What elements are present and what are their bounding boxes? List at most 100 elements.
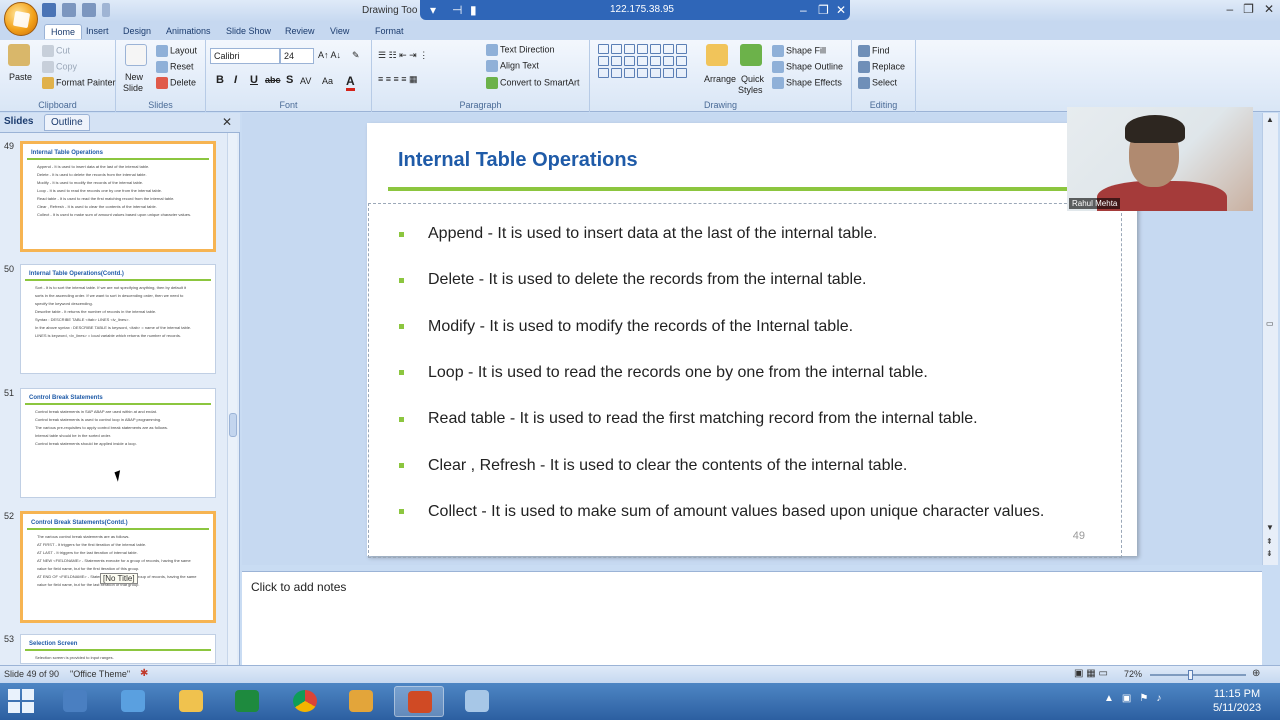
paste-icon[interactable] — [8, 44, 30, 66]
tab-format[interactable]: Format — [369, 24, 410, 38]
undo-icon[interactable] — [62, 3, 76, 17]
taskbar-file-explorer[interactable] — [166, 686, 216, 717]
shape-icon[interactable] — [611, 68, 622, 78]
align-icons[interactable]: ≡ ≡ ≡ ≡ ▦ — [378, 74, 418, 85]
scroll-thumb[interactable] — [229, 413, 237, 437]
format-painter-button[interactable]: Format Painter — [42, 77, 116, 89]
close-icon[interactable]: ✕ — [1264, 2, 1274, 16]
bullet-text[interactable]: Loop - It is used to read the records on… — [428, 364, 928, 382]
volume-icon[interactable]: ♪ — [1156, 693, 1161, 704]
shape-icon[interactable] — [650, 56, 661, 66]
shape-icon[interactable] — [611, 56, 622, 66]
char-spacing-icon[interactable]: AV — [300, 76, 311, 86]
shadow-button[interactable]: S — [286, 74, 293, 86]
change-case-icon[interactable]: Aa — [322, 76, 333, 86]
font-color-icon[interactable]: A — [346, 74, 355, 91]
shape-icon[interactable] — [624, 44, 635, 54]
underline-button[interactable]: U — [250, 74, 258, 86]
office-button[interactable] — [4, 2, 38, 36]
action-center-icon[interactable]: ⚑ — [1139, 693, 1148, 704]
shape-icon[interactable] — [676, 44, 687, 54]
minimize-icon[interactable]: – — [800, 3, 807, 17]
zoom-slider-knob[interactable] — [1188, 670, 1193, 680]
system-clock[interactable]: 11:15 PM 5/11/2023 — [1200, 687, 1274, 715]
italic-button[interactable]: I — [234, 74, 237, 86]
shape-icon[interactable] — [663, 68, 674, 78]
previous-slide-icon[interactable]: ⇞ — [1266, 537, 1273, 546]
save-icon[interactable] — [42, 3, 56, 17]
close-icon[interactable]: ✕ — [836, 3, 846, 17]
bullet-text[interactable]: Append - It is used to insert data at th… — [428, 225, 877, 243]
shape-icon[interactable] — [676, 56, 687, 66]
font-size-select[interactable]: 24 — [280, 48, 314, 64]
taskbar-explorer[interactable] — [50, 686, 100, 717]
reset-button[interactable]: Reset — [156, 61, 194, 73]
bullet-item[interactable]: Modify - It is used to modify the record… — [399, 316, 853, 338]
bullets-icon[interactable]: ☰ ☷ ⇤ ⇥ ⋮ — [378, 50, 428, 61]
taskbar-vpn[interactable] — [336, 686, 386, 717]
font-family-select[interactable]: Calibri — [210, 48, 280, 64]
bullet-item[interactable]: Collect - It is used to make sum of amou… — [399, 501, 1044, 523]
zoom-level[interactable]: 72% — [1124, 669, 1142, 679]
slide-scrollbar[interactable]: ▲ ▭ ▼ ⇞ ⇟ — [1262, 113, 1278, 565]
grow-font-icon[interactable]: A↑ A↓ — [318, 50, 341, 60]
slide-thumbnail[interactable]: Internal Table Operations Append - It is … — [20, 141, 216, 252]
align-text-button[interactable]: Align Text — [486, 60, 539, 72]
slide-thumbnail[interactable]: Internal Table Operations(Contd.) Sort - … — [20, 264, 216, 374]
taskbar-excel[interactable] — [222, 686, 272, 717]
text-direction-button[interactable]: Text Direction — [486, 44, 555, 56]
bullet-item[interactable]: Clear , Refresh - It is used to clear th… — [399, 455, 907, 477]
shape-icon[interactable] — [676, 68, 687, 78]
tab-slide-show[interactable]: Slide Show — [220, 24, 277, 38]
find-button[interactable]: Find — [858, 45, 890, 57]
restore-icon[interactable]: ❐ — [818, 3, 829, 17]
bullet-text[interactable]: Clear , Refresh - It is used to clear th… — [428, 457, 907, 475]
taskbar-remote-desktop[interactable] — [108, 686, 158, 717]
scroll-up-icon[interactable]: ▲ — [1266, 115, 1274, 124]
next-slide-icon[interactable]: ⇟ — [1266, 549, 1273, 558]
quick-styles-button[interactable]: Quick — [741, 74, 764, 84]
quick-styles-icon[interactable] — [740, 44, 762, 66]
shape-icon[interactable] — [650, 68, 661, 78]
strikethrough-button[interactable]: abc — [265, 75, 281, 85]
customize-icon[interactable] — [102, 3, 110, 17]
shape-icon[interactable] — [598, 56, 609, 66]
tab-design[interactable]: Design — [117, 24, 157, 38]
slide-thumbnail[interactable]: Selection Screen Selection screen is prov… — [20, 634, 216, 664]
close-panel-icon[interactable]: ✕ — [222, 115, 232, 129]
bullet-text[interactable]: Modify - It is used to modify the record… — [428, 318, 853, 336]
shape-icon[interactable] — [598, 44, 609, 54]
bullet-item[interactable]: Delete - It is used to delete the record… — [399, 269, 866, 291]
start-button[interactable] — [8, 689, 36, 715]
tab-view[interactable]: View — [324, 24, 355, 38]
shape-icon[interactable] — [663, 56, 674, 66]
shape-icon[interactable] — [663, 44, 674, 54]
bullet-text[interactable]: Delete - It is used to delete the record… — [428, 271, 866, 289]
shape-icon[interactable] — [637, 44, 648, 54]
shape-outline-button[interactable]: Shape Outline — [772, 61, 843, 73]
tab-home[interactable]: Home — [44, 24, 83, 39]
paste-button[interactable]: Paste — [9, 72, 32, 82]
shape-icon[interactable] — [624, 56, 635, 66]
current-slide[interactable]: Internal Table Operations 49 Append - It… — [367, 123, 1137, 558]
arrange-icon[interactable] — [706, 44, 728, 66]
shape-icon[interactable] — [611, 44, 622, 54]
shape-fill-button[interactable]: Shape Fill — [772, 45, 826, 57]
zoom-slider[interactable] — [1150, 674, 1246, 676]
tab-animations[interactable]: Animations — [160, 24, 217, 38]
cut-button[interactable]: Cut — [42, 45, 70, 57]
quick-styles-button-line2[interactable]: Styles — [738, 85, 763, 95]
replace-button[interactable]: Replace — [858, 61, 905, 73]
pin-icon[interactable]: ⊣ — [452, 3, 462, 17]
chevron-down-icon[interactable]: ▾ — [430, 3, 436, 17]
maximize-icon[interactable]: ❐ — [1243, 2, 1254, 16]
delete-slide-button[interactable]: Delete — [156, 77, 196, 89]
bullet-text[interactable]: Collect - It is used to make sum of amou… — [428, 503, 1044, 521]
panel-scrollbar[interactable] — [227, 133, 237, 666]
smartart-button[interactable]: Convert to SmartArt — [486, 77, 580, 89]
scroll-thumb[interactable]: ▭ — [1266, 319, 1274, 328]
bullet-item[interactable]: Read table - It is used to read the firs… — [399, 408, 978, 430]
fit-slide-icon[interactable]: ⊕ — [1252, 668, 1260, 679]
clear-format-icon[interactable]: ✎ — [352, 50, 360, 61]
redo-icon[interactable] — [82, 3, 96, 17]
